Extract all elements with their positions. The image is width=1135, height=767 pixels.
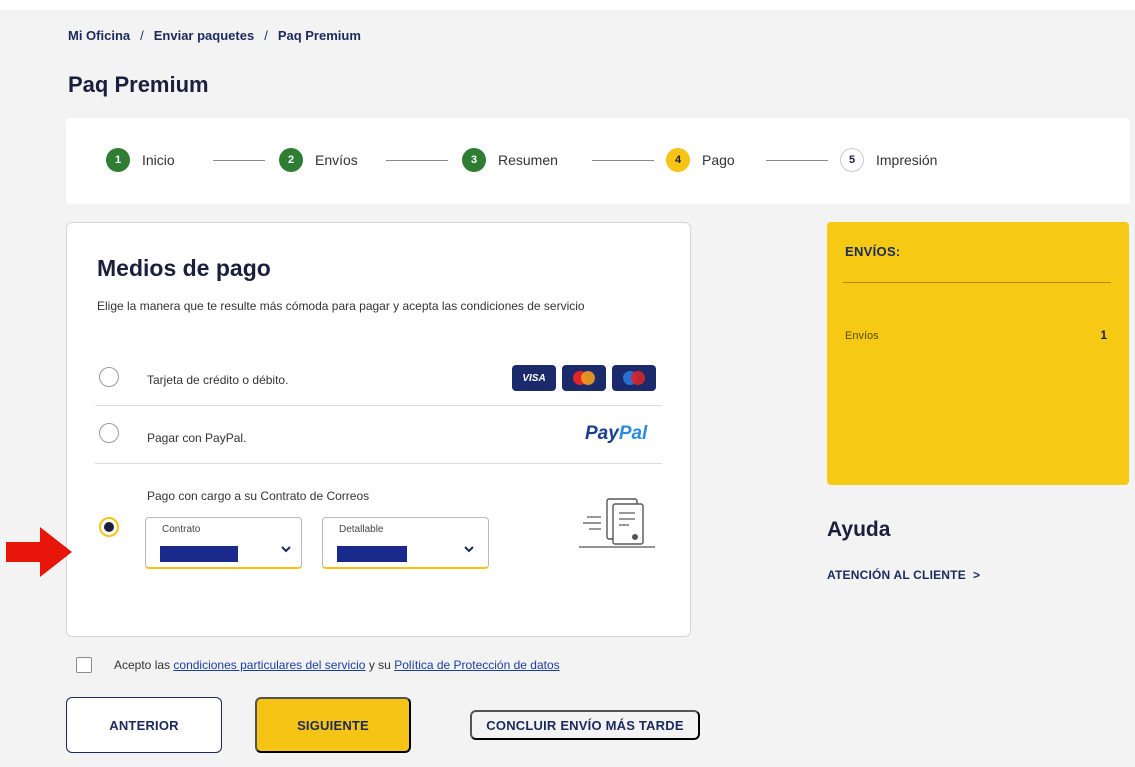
detallable-select[interactable]: Detallable — [322, 517, 489, 569]
summary-divider — [843, 282, 1111, 283]
contrato-select[interactable]: Contrato — [145, 517, 302, 569]
step-label: Inicio — [142, 152, 175, 168]
step-envios: 2 Envíos — [279, 148, 358, 172]
option-paypal-label: Pagar con PayPal. — [147, 431, 247, 445]
radio-paypal[interactable] — [99, 423, 119, 443]
option-card-label: Tarjeta de crédito o débito. — [147, 373, 289, 387]
mastercard-logo — [562, 365, 606, 391]
step-connector — [592, 160, 654, 161]
detallable-label: Detallable — [339, 524, 384, 535]
step-label: Resumen — [498, 152, 558, 168]
breadcrumb-separator: / — [264, 28, 268, 43]
step-impresion: 5 Impresión — [840, 148, 937, 172]
step-connector — [213, 160, 265, 161]
summary-row-label: Envíos — [845, 330, 879, 342]
paypal-logo: PayPal — [585, 423, 648, 444]
breadcrumb-mi-oficina[interactable]: Mi Oficina — [68, 28, 130, 43]
terms-acceptance: Acepto las condiciones particulares del … — [76, 657, 560, 673]
step-inicio: 1 Inicio — [106, 148, 175, 172]
contrato-label: Contrato — [162, 524, 201, 535]
help-title: Ayuda — [827, 518, 891, 541]
step-connector — [766, 160, 828, 161]
breadcrumb-enviar-paquetes[interactable]: Enviar paquetes — [154, 28, 254, 43]
breadcrumb-separator: / — [140, 28, 144, 43]
step-label: Impresión — [876, 152, 938, 168]
step-pago: 4 Pago — [666, 148, 735, 172]
summary-row-value: 1 — [1100, 328, 1107, 342]
next-button[interactable]: SIGUIENTE — [255, 697, 411, 753]
step-number: 1 — [106, 148, 130, 172]
step-label: Pago — [702, 152, 735, 168]
chevron-down-icon — [464, 546, 474, 553]
terms-prefix: Acepto las — [114, 658, 171, 672]
contract-document-icon — [579, 498, 655, 548]
privacy-policy-link[interactable]: Política de Protección de datos — [394, 658, 559, 672]
progress-stepper: 1 Inicio 2 Envíos 3 Resumen 4 Pago 5 Imp… — [66, 118, 1130, 204]
option-divider — [95, 405, 662, 406]
maestro-logo — [612, 365, 656, 391]
summary-title: ENVÍOS: — [845, 244, 901, 259]
payment-title: Medios de pago — [97, 255, 271, 281]
step-number: 4 — [666, 148, 690, 172]
step-resumen: 3 Resumen — [462, 148, 558, 172]
step-number: 3 — [462, 148, 486, 172]
option-divider — [95, 463, 662, 464]
page-title: Paq Premium — [68, 72, 209, 97]
shipments-summary: ENVÍOS: Envíos 1 — [827, 222, 1129, 485]
chevron-right-icon: > — [973, 568, 981, 582]
step-label: Envíos — [315, 152, 358, 168]
terms-middle: y su — [368, 658, 391, 672]
step-number: 5 — [840, 148, 864, 172]
terms-checkbox[interactable] — [76, 657, 92, 673]
redacted-value — [160, 546, 238, 562]
payment-description: Elige la manera que te resulte más cómod… — [97, 299, 585, 313]
breadcrumb-paq-premium[interactable]: Paq Premium — [278, 28, 361, 43]
radio-contract[interactable] — [99, 517, 119, 537]
previous-button[interactable]: ANTERIOR — [66, 697, 222, 753]
option-contract-label: Pago con cargo a su Contrato de Correos — [147, 489, 370, 503]
step-connector — [386, 160, 448, 161]
terms-text: Acepto las condiciones particulares del … — [114, 658, 560, 672]
step-number: 2 — [279, 148, 303, 172]
chevron-down-icon — [281, 546, 291, 553]
customer-service-label: ATENCIÓN AL CLIENTE — [827, 568, 966, 582]
top-strip — [0, 0, 1135, 10]
payment-methods-card: Medios de pago Elige la manera que te re… — [66, 222, 691, 637]
finish-later-button[interactable]: CONCLUIR ENVÍO MÁS TARDE — [470, 710, 700, 740]
customer-service-link[interactable]: ATENCIÓN AL CLIENTE > — [827, 568, 980, 582]
conditions-link[interactable]: condiciones particulares del servicio — [173, 658, 365, 672]
breadcrumb: Mi Oficina / Enviar paquetes / Paq Premi… — [68, 28, 361, 43]
visa-logo: VISA — [512, 365, 556, 391]
redacted-value — [337, 546, 407, 562]
red-arrow-annotation — [6, 527, 72, 577]
radio-card-payment[interactable] — [99, 367, 119, 387]
